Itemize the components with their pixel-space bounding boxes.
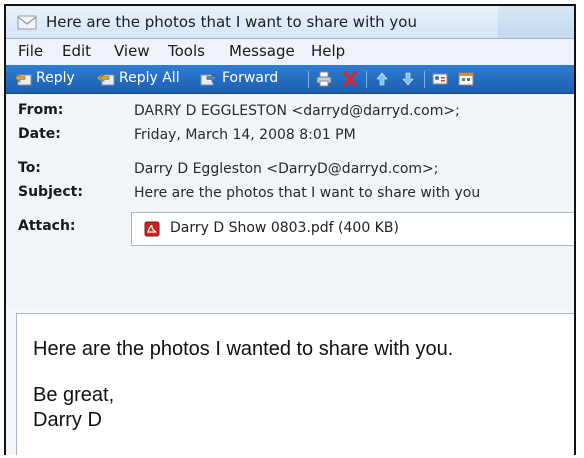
next-icon[interactable] bbox=[400, 71, 416, 87]
body-line: Darry D bbox=[33, 409, 102, 431]
calendar-icon[interactable] bbox=[458, 71, 474, 87]
reply-all-icon bbox=[97, 71, 115, 87]
title-bar: Here are the photos that I want to share… bbox=[6, 6, 574, 39]
address-book-icon[interactable] bbox=[432, 71, 448, 87]
menu-message[interactable]: Message bbox=[229, 42, 295, 60]
menu-bar: File Edit View Tools Message Help bbox=[6, 39, 574, 65]
menu-view[interactable]: View bbox=[114, 42, 150, 60]
envelope-icon bbox=[17, 13, 37, 31]
attachment-box: Darry D Show 0803.pdf (400 KB) bbox=[131, 212, 574, 246]
message-body[interactable]: Here are the photos I wanted to share wi… bbox=[16, 313, 574, 455]
attachment-file[interactable]: Darry D Show 0803.pdf (400 KB) bbox=[170, 220, 399, 236]
window-title: Here are the photos that I want to share… bbox=[46, 13, 417, 31]
date-label: Date: bbox=[18, 126, 61, 142]
title-tab[interactable]: Here are the photos that I want to share… bbox=[6, 6, 498, 38]
body-line: Be great, bbox=[33, 384, 115, 406]
menu-edit[interactable]: Edit bbox=[62, 42, 91, 60]
toolbar-separator bbox=[308, 71, 309, 88]
menu-help[interactable]: Help bbox=[311, 42, 345, 60]
message-headers: From: DARRY D EGGLESTON <darryd@darryd.c… bbox=[6, 94, 574, 308]
attach-label: Attach: bbox=[18, 218, 76, 234]
previous-icon[interactable] bbox=[374, 71, 390, 87]
from-value[interactable]: DARRY D EGGLESTON <darryd@darryd.com>; bbox=[134, 103, 460, 119]
reply-button[interactable]: Reply bbox=[14, 69, 92, 89]
body-line: Here are the photos I wanted to share wi… bbox=[33, 338, 454, 360]
toolbar: Reply Reply All Forward bbox=[6, 65, 574, 94]
toolbar-separator bbox=[424, 71, 425, 88]
forward-button[interactable]: Forward bbox=[200, 69, 296, 89]
mail-window: Here are the photos that I want to share… bbox=[4, 4, 576, 455]
menu-tools[interactable]: Tools bbox=[168, 42, 205, 60]
menu-file[interactable]: File bbox=[18, 42, 43, 60]
to-value[interactable]: Darry D Eggleston <DarryD@darryd.com>; bbox=[134, 161, 439, 177]
reply-all-button[interactable]: Reply All bbox=[97, 69, 195, 89]
toolbar-separator bbox=[366, 71, 367, 88]
to-label: To: bbox=[18, 160, 41, 176]
date-value: Friday, March 14, 2008 8:01 PM bbox=[134, 127, 356, 143]
delete-icon[interactable] bbox=[342, 71, 358, 87]
subject-value: Here are the photos that I want to share… bbox=[134, 185, 481, 201]
reply-icon bbox=[14, 71, 32, 87]
pdf-icon bbox=[144, 221, 160, 237]
forward-icon bbox=[200, 71, 218, 87]
subject-label: Subject: bbox=[18, 184, 83, 200]
print-icon[interactable] bbox=[316, 71, 332, 87]
from-label: From: bbox=[18, 102, 64, 118]
